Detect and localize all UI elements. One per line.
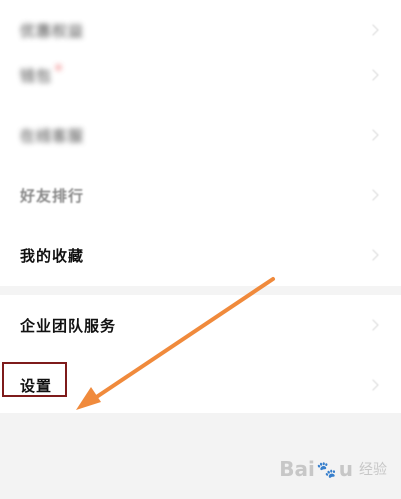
- menu-item-label: 钱包: [20, 64, 62, 86]
- settings-highlight-box: [2, 362, 67, 397]
- screen: 优惠权益 钱包 在线客服 好友排行 我的收藏 企业团队服务 设置 Bai 🐾 u…: [0, 0, 401, 499]
- chevron-right-icon: [367, 129, 379, 141]
- menu-item-wallet[interactable]: 钱包: [0, 45, 401, 105]
- chevron-right-icon: [367, 319, 379, 331]
- bottom-blank-area: [0, 413, 401, 499]
- chevron-right-icon: [367, 249, 379, 261]
- watermark-brand-cn: 经验: [359, 462, 387, 478]
- chevron-right-icon: [367, 24, 379, 36]
- menu-item-label: 在线客服: [20, 126, 85, 145]
- section-divider: [0, 286, 401, 295]
- notification-dot-icon: [56, 64, 62, 70]
- watermark-brand-right: u: [338, 457, 353, 481]
- menu-item-favorites[interactable]: 我的收藏: [0, 225, 401, 285]
- menu-item-friend-ranking[interactable]: 好友排行: [0, 165, 401, 225]
- menu-item-online-service[interactable]: 在线客服: [0, 105, 401, 165]
- menu-item-label: 企业团队服务: [20, 316, 117, 335]
- menu-item-enterprise-team-service[interactable]: 企业团队服务: [0, 295, 401, 355]
- watermark-brand-left: Bai: [279, 457, 315, 481]
- chevron-right-icon: [367, 189, 379, 201]
- chevron-right-icon: [367, 69, 379, 81]
- chevron-right-icon: [367, 379, 379, 391]
- paw-icon: 🐾: [316, 459, 337, 479]
- menu-item-label: 优惠权益: [20, 21, 85, 40]
- menu-item-label: 我的收藏: [20, 246, 85, 265]
- baidu-jingyan-watermark: Bai 🐾 u 经验: [279, 457, 387, 481]
- menu-item-label: 好友排行: [20, 186, 85, 205]
